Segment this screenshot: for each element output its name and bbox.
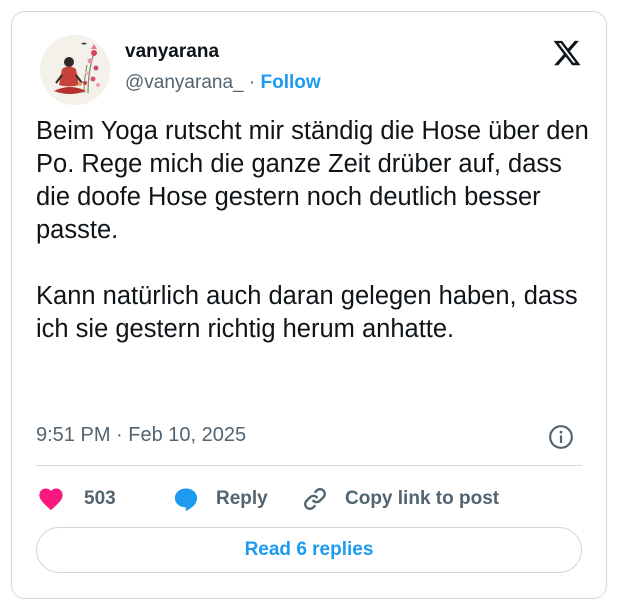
author-handle[interactable]: @vanyarana_ [125, 72, 244, 93]
info-icon[interactable] [548, 424, 574, 450]
like-count: 503 [84, 488, 116, 509]
heart-icon [39, 488, 63, 511]
divider [36, 465, 582, 466]
follow-button[interactable]: Follow [260, 72, 320, 93]
link-icon [304, 488, 326, 510]
reply-label: Reply [216, 488, 268, 509]
tweet-card: vanyarana @vanyarana_ · Follow Beim Yoga… [11, 11, 607, 599]
like-button[interactable]: 503 [36, 483, 116, 515]
separator-dot: · [248, 72, 256, 93]
avatar[interactable] [40, 35, 110, 105]
read-replies-button[interactable]: Read 6 replies [36, 527, 582, 573]
copy-link-button[interactable]: Copy link to post [301, 483, 499, 515]
reply-button[interactable]: Reply [171, 483, 268, 515]
tweet-timestamp[interactable]: 9:51 PM · Feb 10, 2025 [36, 424, 246, 447]
reply-bubble-icon [174, 488, 198, 512]
copy-link-label: Copy link to post [345, 488, 500, 509]
x-logo-icon[interactable] [552, 38, 582, 68]
yoga-illustration-icon [40, 35, 110, 105]
tweet-paragraph-2: Kann natürlich auch daran gelegen haben,… [36, 282, 578, 343]
tweet-paragraph-1: Beim Yoga rutscht mir ständig die Hose ü… [36, 117, 589, 244]
author-handle-row: @vanyarana_ · Follow [125, 72, 321, 94]
author-display-name[interactable]: vanyarana [125, 41, 219, 63]
tweet-text: Beim Yoga rutscht mir ständig die Hose ü… [36, 115, 592, 346]
